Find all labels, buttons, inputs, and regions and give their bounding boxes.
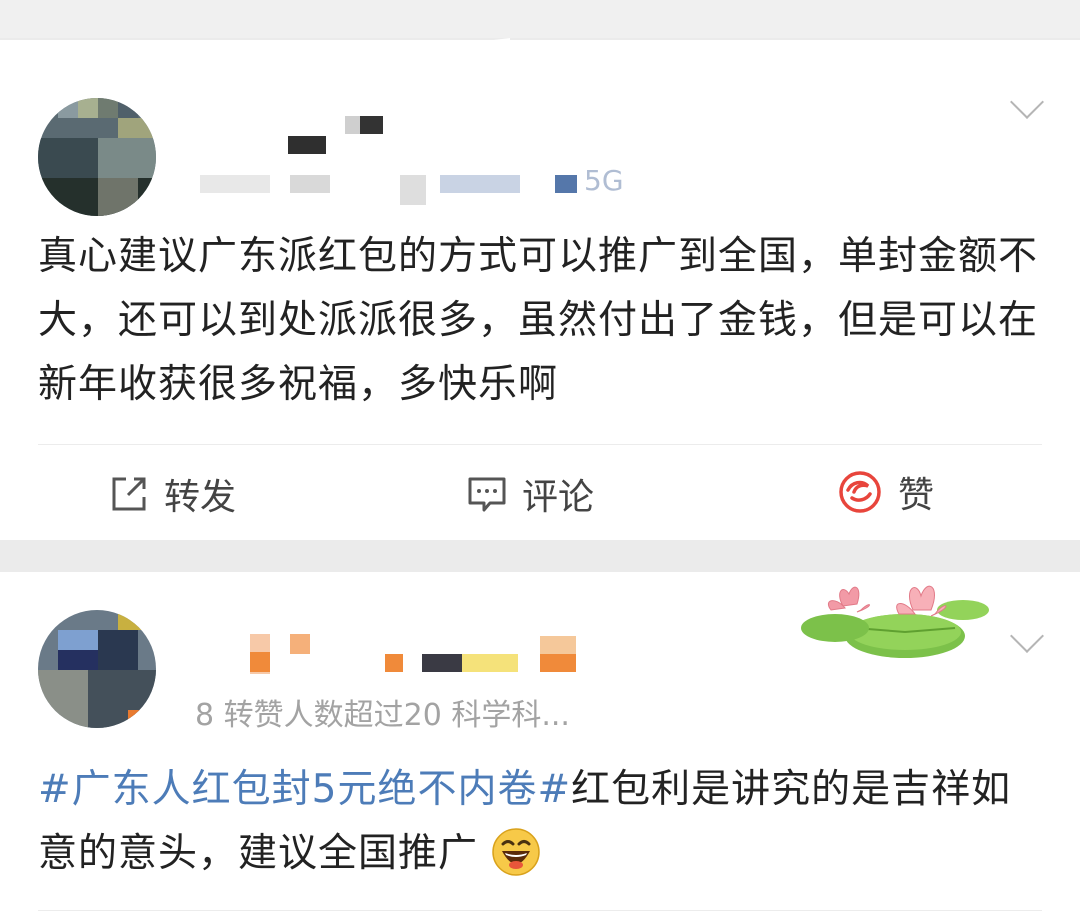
top-strip [0,0,1080,38]
chevron-down-icon[interactable] [1010,85,1044,119]
comment-button[interactable]: 评论 [466,468,594,520]
post-body: #广东人红包封5元绝不内卷#红包利是讲究的是吉祥如意的意头，建议全国推广 [38,758,1048,886]
post-meta: 8 转赞人数超过20 科学科... [195,698,570,733]
post-card[interactable]: 5G 真心建议广东派红包的方式可以推广到全国，单封金额不大，还可以到处派派很多，… [0,38,1080,540]
username-redacted[interactable] [288,136,326,154]
comment-label: 评论 [522,477,595,518]
divider [38,444,1042,445]
avatar[interactable] [38,98,156,216]
meta-fragment: 5G [584,164,624,197]
comment-icon [466,473,508,515]
post-body: 真心建议广东派红包的方式可以推广到全国，单封金额不大，还可以到处派派很多，虽然付… [38,234,1039,407]
username-redacted [345,116,383,134]
like-label: 赞 [898,475,935,516]
lotus-decoration-icon [801,585,989,658]
chevron-down-icon[interactable] [1010,619,1044,653]
like-icon [836,468,884,516]
repost-button[interactable]: 转发 [108,468,236,520]
card-notch [330,38,510,60]
hashtag-link[interactable]: #广东人红包封5元绝不内卷# [38,767,571,812]
share-icon [108,473,150,515]
divider [38,910,1042,911]
avatar[interactable] [38,610,156,728]
like-button[interactable]: 赞 [836,466,934,518]
repost-label: 转发 [164,477,237,518]
laughing-emoji-icon [491,827,541,877]
